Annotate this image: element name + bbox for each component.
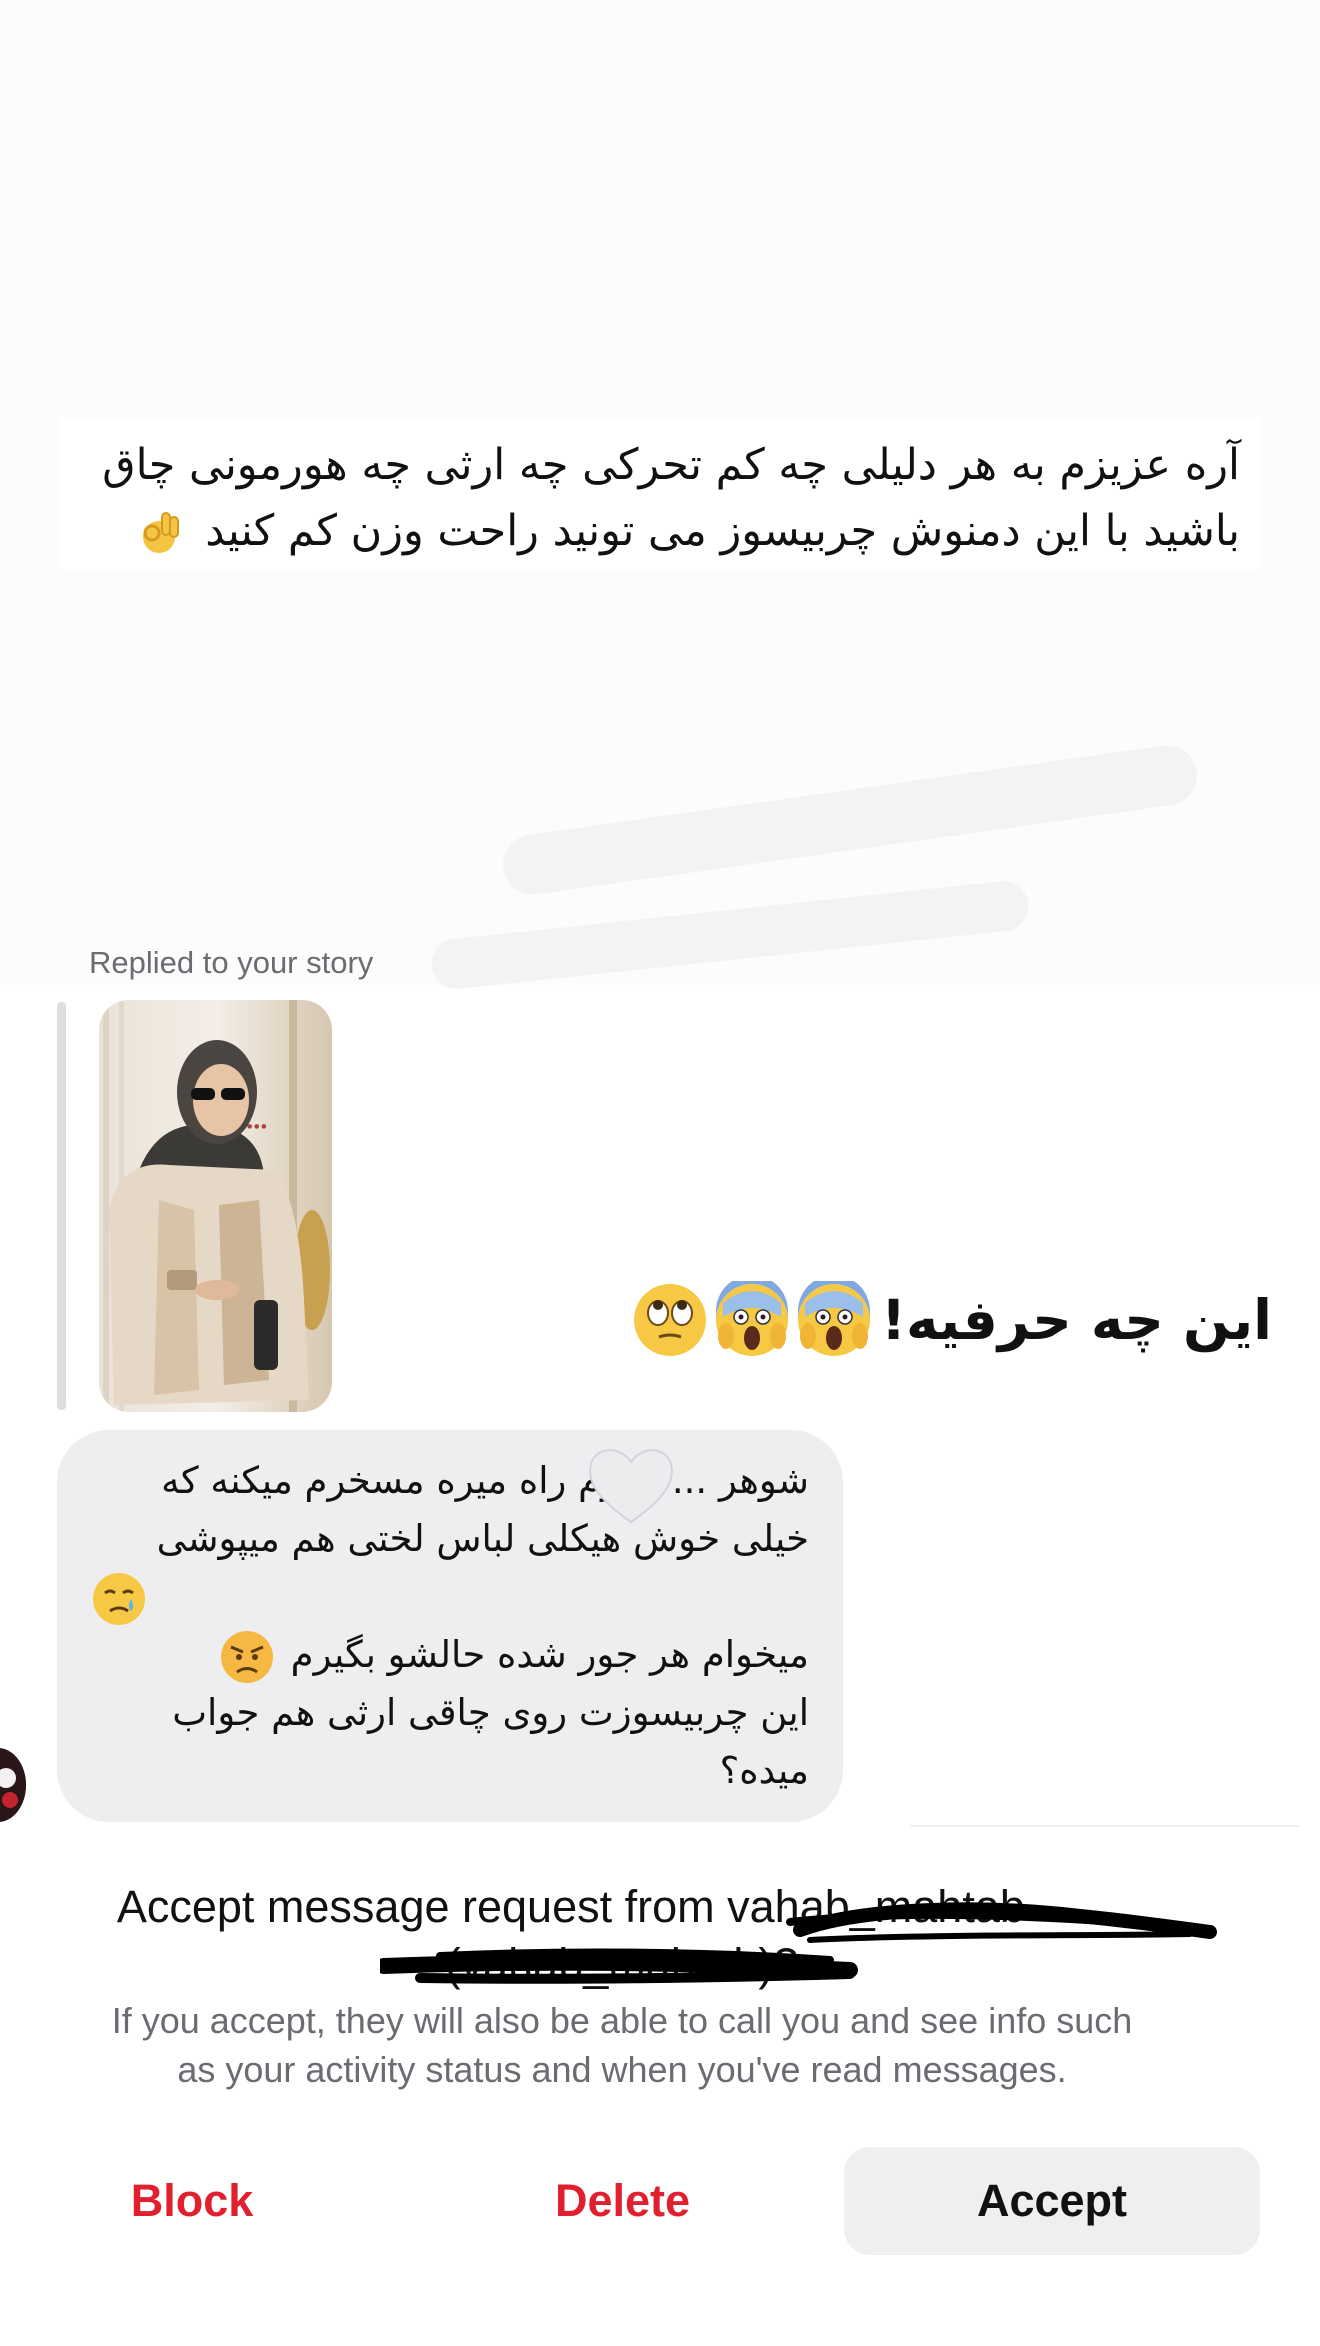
divider xyxy=(910,1825,1300,1827)
svg-text:● ● ●: ● ● ● xyxy=(247,1123,267,1130)
story-caption: آره عزیزم به هر دلیلی چه کم تحرکی چه ارث… xyxy=(60,418,1260,570)
sent-message-emojis xyxy=(631,1281,873,1359)
sent-message: این چه حرفیه! xyxy=(631,1280,1272,1360)
request-title-prefix: Accept message request from xyxy=(116,1881,715,1932)
screaming-face-icon xyxy=(715,1281,788,1356)
story-thumbnail[interactable]: ● ● ● xyxy=(99,1000,332,1412)
received-message-bubble[interactable]: شوهر ... عورم راه میره مسخرم میکنه که خی… xyxy=(57,1430,843,1822)
ok-hand-icon xyxy=(142,511,179,553)
replied-to-story-label: Replied to your story xyxy=(89,945,374,980)
received-message-line: میخوام هر جور شده حالشو بگیرم xyxy=(91,1626,809,1684)
crying-face-icon xyxy=(93,1572,145,1625)
received-message-line xyxy=(91,1568,809,1626)
screaming-face-icon xyxy=(797,1281,870,1356)
block-button[interactable]: Block xyxy=(100,2150,284,2252)
received-message-line: خیلی خوش هیکلی لباس لختی هم میپوشی xyxy=(156,1517,809,1560)
request-info-line-1: If you accept, they will also be able to… xyxy=(111,2000,1133,2041)
received-message-line-text: میخوام هر جور شده حالشو بگیرم xyxy=(290,1633,809,1676)
received-message-line: شوهر ... عورم راه میره مسخرم میکنه که xyxy=(161,1459,809,1502)
accept-button[interactable]: Accept xyxy=(844,2147,1260,2255)
story-caption-line-2-text: باشید با این دمنوش چربیسوز می تونید راحت… xyxy=(205,506,1240,556)
reply-indicator-bar xyxy=(57,1002,66,1410)
eye-roll-face-icon xyxy=(633,1284,706,1356)
received-message-line: میده؟ xyxy=(719,1749,809,1792)
request-info-line-2: as your activity status and when you've … xyxy=(177,2049,1067,2090)
angry-face-icon xyxy=(220,1630,273,1683)
received-message-line: این چربیسوزت روی چاقی ارثی هم جواب xyxy=(172,1691,809,1734)
sender-avatar-image xyxy=(0,1748,26,1822)
delete-button[interactable]: Delete xyxy=(515,2150,730,2252)
story-caption-line-1: آره عزیزم به هر دلیلی چه کم تحرکی چه ارث… xyxy=(102,440,1240,490)
story-thumbnail-image: ● ● ● xyxy=(99,1000,332,1412)
heart-reaction-icon[interactable] xyxy=(585,1442,677,1528)
story-caption-line-2: باشید با این دمنوش چربیسوز می تونید راحت… xyxy=(80,498,1240,564)
sender-avatar[interactable] xyxy=(0,1748,26,1822)
sent-message-text: این چه حرفیه! xyxy=(880,1288,1272,1352)
message-request-info: If you accept, they will also be able to… xyxy=(0,1996,1244,2094)
